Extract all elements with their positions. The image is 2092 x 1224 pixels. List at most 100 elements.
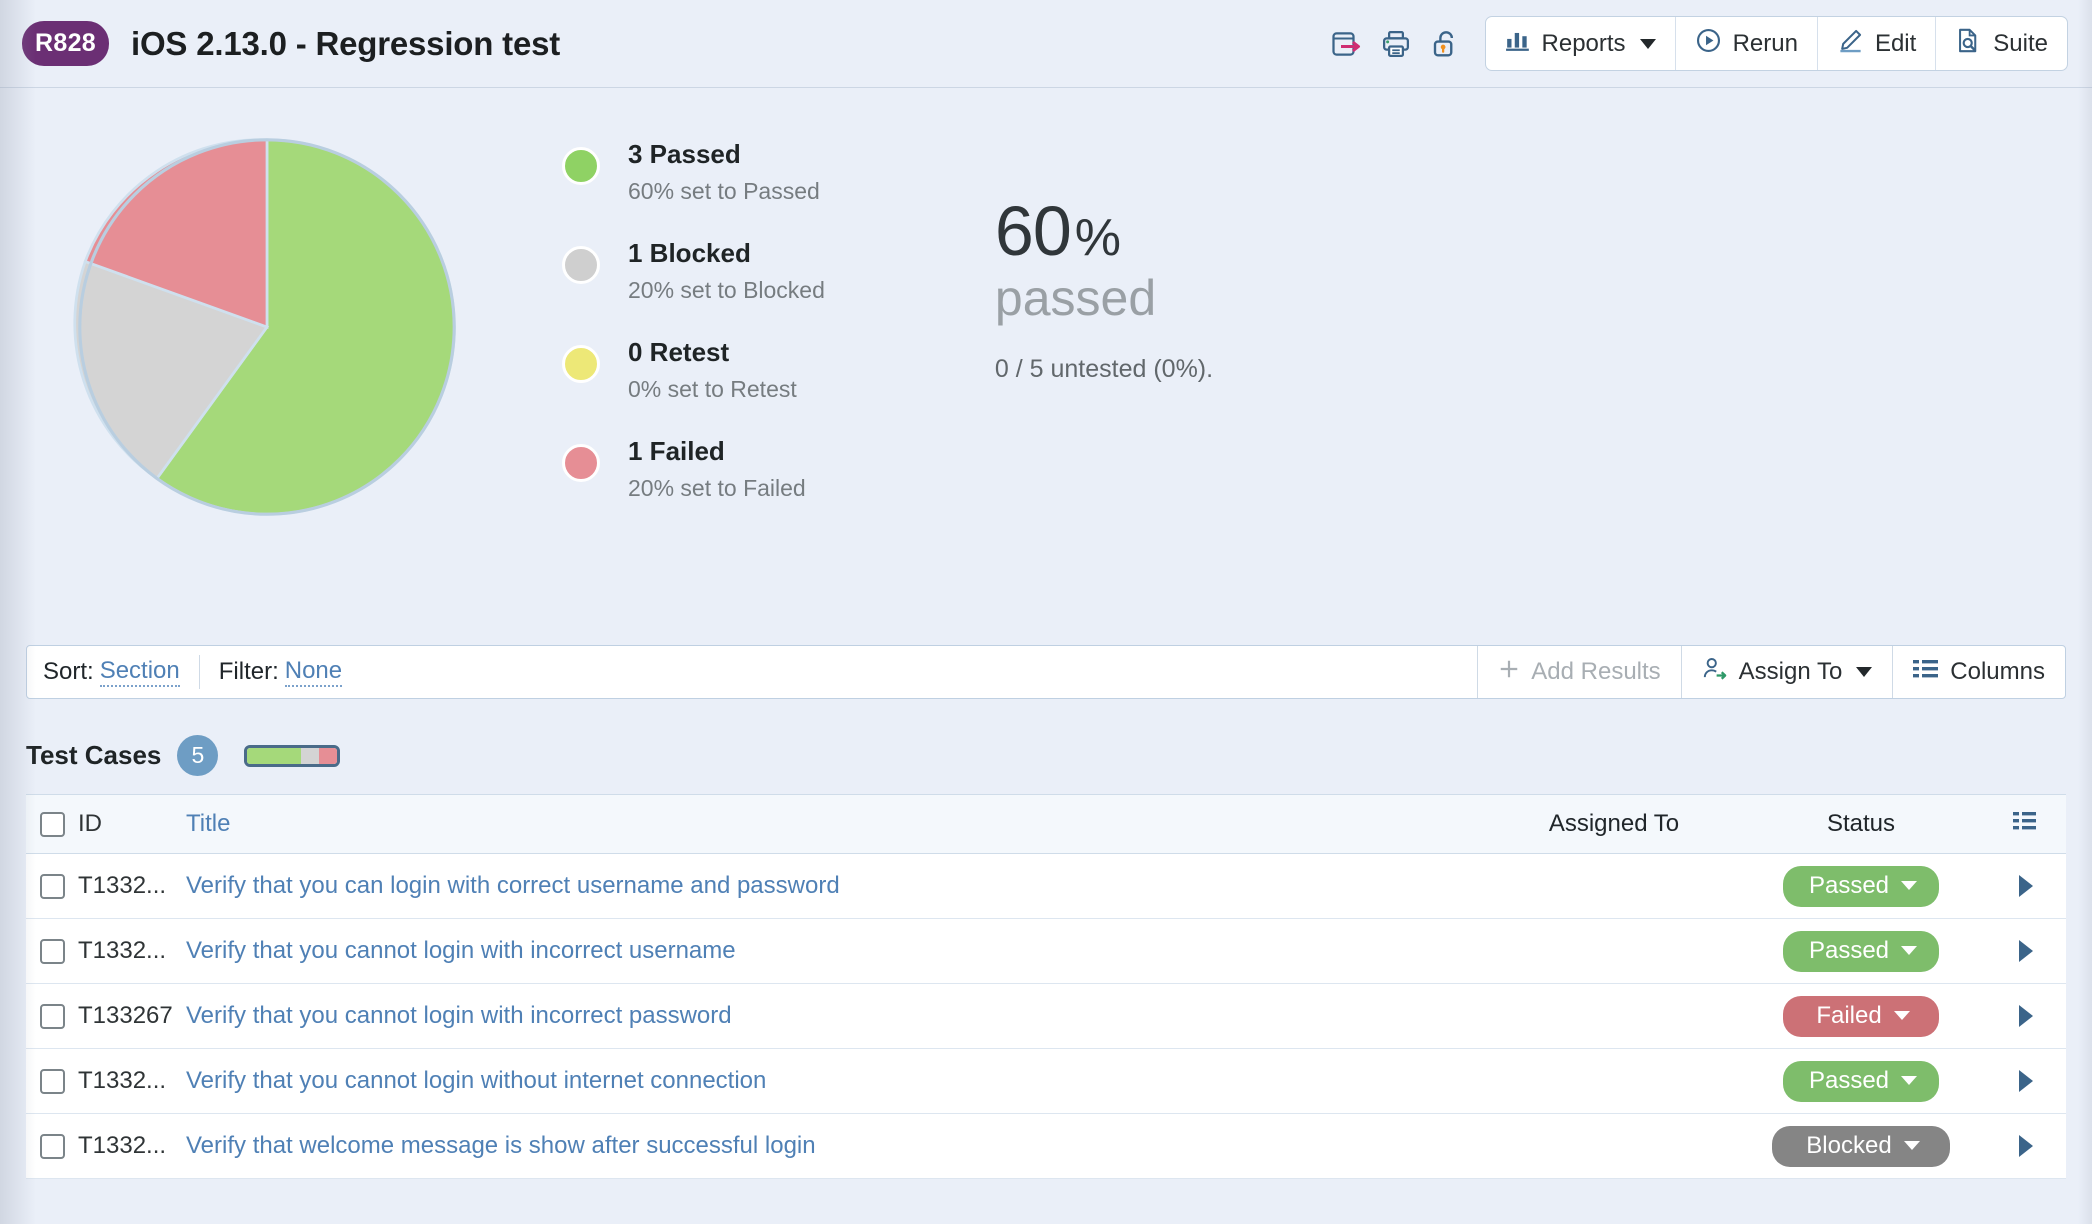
chevron-down-icon	[1903, 1141, 1920, 1150]
legend-count-blocked: 1 Blocked	[628, 238, 751, 268]
chevron-down-icon	[1893, 1011, 1910, 1020]
row-checkbox[interactable]	[39, 1133, 65, 1159]
reports-button[interactable]: Reports	[1486, 17, 1676, 70]
status-badge-label: Passed	[1808, 1066, 1890, 1094]
select-all-checkbox[interactable]	[39, 811, 65, 837]
edit-label: Edit	[1874, 29, 1917, 57]
pass-percentage-value: 60%	[994, 192, 1121, 270]
chevron-down-icon	[1856, 667, 1873, 677]
legend-count-retest: 0 Retest	[628, 337, 730, 367]
legend-sub-blocked: 20% set to Blocked	[628, 276, 825, 303]
row-title-link[interactable]: Verify that you cannot login with incorr…	[186, 937, 1492, 965]
lock-icon[interactable]	[1423, 21, 1469, 67]
table-row[interactable]: T133267 Verify that you cannot login wit…	[26, 984, 2066, 1049]
chevron-right-icon[interactable]	[2019, 1070, 2033, 1092]
columns-button[interactable]: Columns	[1892, 646, 2065, 698]
page-title: iOS 2.13.0 - Regression test	[131, 24, 561, 62]
table-row[interactable]: T1332... Verify that you cannot login wi…	[26, 1049, 2066, 1114]
legend-dot-failed	[562, 444, 600, 482]
status-badge-label: Blocked	[1806, 1131, 1892, 1159]
column-settings-icon[interactable]	[2013, 810, 2039, 839]
chevron-right-icon[interactable]	[2019, 1005, 2033, 1027]
row-status-cell: Passed	[1736, 930, 1986, 972]
status-badge[interactable]: Failed	[1783, 995, 1939, 1037]
chevron-down-icon	[1901, 881, 1918, 890]
row-title-link[interactable]: Verify that welcome message is show afte…	[186, 1132, 1492, 1160]
row-title-link[interactable]: Verify that you cannot login without int…	[186, 1067, 1492, 1095]
row-expand-cell	[1986, 1070, 2066, 1092]
legend-count-passed: 3 Passed	[628, 139, 741, 169]
header-actions: Reports Rerun Edit Suite	[1323, 16, 2092, 71]
progress-segment-passed	[247, 747, 302, 764]
column-header-title[interactable]: Title	[186, 810, 1492, 838]
table-row[interactable]: T1332... Verify that you can login with …	[26, 854, 2066, 919]
assign-user-icon	[1702, 656, 1728, 689]
status-badge-label: Passed	[1808, 936, 1890, 964]
row-checkbox-cell	[26, 873, 78, 899]
row-expand-cell	[1986, 940, 2066, 962]
progress-segment-failed	[319, 747, 338, 764]
add-results-label: Add Results	[1531, 658, 1661, 685]
row-title-link[interactable]: Verify that you can login with correct u…	[186, 872, 1492, 900]
legend-dot-retest	[562, 345, 600, 383]
row-checkbox[interactable]	[39, 938, 65, 964]
column-settings-cell	[1986, 810, 2066, 839]
legend-dot-passed	[562, 147, 600, 185]
reports-label: Reports	[1541, 29, 1626, 57]
row-checkbox-cell	[26, 938, 78, 964]
export-icon[interactable]	[1323, 21, 1369, 67]
chevron-right-icon[interactable]	[2019, 875, 2033, 897]
untested-note: 0 / 5 untested (0%).	[994, 354, 1214, 383]
chevron-right-icon[interactable]	[2019, 1135, 2033, 1157]
legend-item-blocked: 1 Blocked 20% set to Blocked	[562, 238, 825, 315]
plus-icon	[1498, 658, 1520, 687]
row-id: T1332...	[78, 1067, 167, 1094]
run-id-badge: R828	[22, 21, 109, 66]
assign-to-label: Assign To	[1738, 658, 1843, 685]
suite-button[interactable]: Suite	[1936, 17, 2067, 70]
row-checkbox[interactable]	[39, 873, 65, 899]
row-id: T1332...	[78, 872, 167, 899]
row-id: T133267	[78, 1002, 173, 1029]
print-icon[interactable]	[1373, 21, 1419, 67]
column-header-assigned-to[interactable]: Assigned To	[1492, 810, 1736, 838]
legend-item-passed: 3 Passed 60% set to Passed	[562, 139, 825, 216]
add-results-button[interactable]: Add Results	[1477, 646, 1680, 698]
legend-sub-retest: 0% set to Retest	[628, 375, 797, 402]
column-header-id[interactable]: ID	[78, 810, 186, 838]
sort-value-link[interactable]: Section	[99, 657, 180, 687]
table-row[interactable]: T1332... Verify that you cannot login wi…	[26, 919, 2066, 984]
legend-count-failed: 1 Failed	[628, 436, 725, 466]
divider	[198, 655, 200, 689]
row-title-link[interactable]: Verify that you cannot login with incorr…	[186, 1002, 1492, 1030]
row-status-cell: Passed	[1736, 865, 1986, 907]
column-header-status[interactable]: Status	[1736, 810, 1986, 838]
edit-button[interactable]: Edit	[1818, 17, 1937, 70]
status-badge[interactable]: Blocked	[1772, 1125, 1950, 1167]
status-badge-label: Failed	[1816, 1001, 1882, 1029]
chevron-down-icon	[1901, 1076, 1918, 1085]
status-badge[interactable]: Passed	[1783, 930, 1939, 972]
pass-percentage-label: passed	[994, 270, 1157, 326]
chevron-right-icon[interactable]	[2019, 940, 2033, 962]
table-row[interactable]: T1332... Verify that welcome message is …	[26, 1114, 2066, 1179]
status-badge[interactable]: Passed	[1783, 1060, 1939, 1102]
percent-symbol: %	[1074, 209, 1121, 267]
assign-to-button[interactable]: Assign To	[1680, 646, 1893, 698]
row-expand-cell	[1986, 1135, 2066, 1157]
filter-value-link[interactable]: None	[284, 657, 343, 687]
legend-sub-failed: 20% set to Failed	[628, 474, 806, 501]
filter-label: Filter:	[218, 658, 279, 685]
results-legend: 3 Passed 60% set to Passed 1 Blocked 20%…	[562, 139, 825, 536]
legend-item-retest: 0 Retest 0% set to Retest	[562, 337, 825, 414]
legend-item-failed: 1 Failed 20% set to Failed	[562, 436, 825, 513]
row-checkbox[interactable]	[39, 1003, 65, 1029]
rerun-button[interactable]: Rerun	[1676, 17, 1818, 70]
row-checkbox-cell	[26, 1068, 78, 1094]
status-badge[interactable]: Passed	[1783, 865, 1939, 907]
test-cases-progress-bar	[244, 744, 341, 767]
summary-section: 3 Passed 60% set to Passed 1 Blocked 20%…	[0, 88, 2092, 631]
test-cases-count-badge: 5	[177, 735, 219, 776]
row-checkbox[interactable]	[39, 1068, 65, 1094]
columns-label: Columns	[1950, 658, 2045, 685]
